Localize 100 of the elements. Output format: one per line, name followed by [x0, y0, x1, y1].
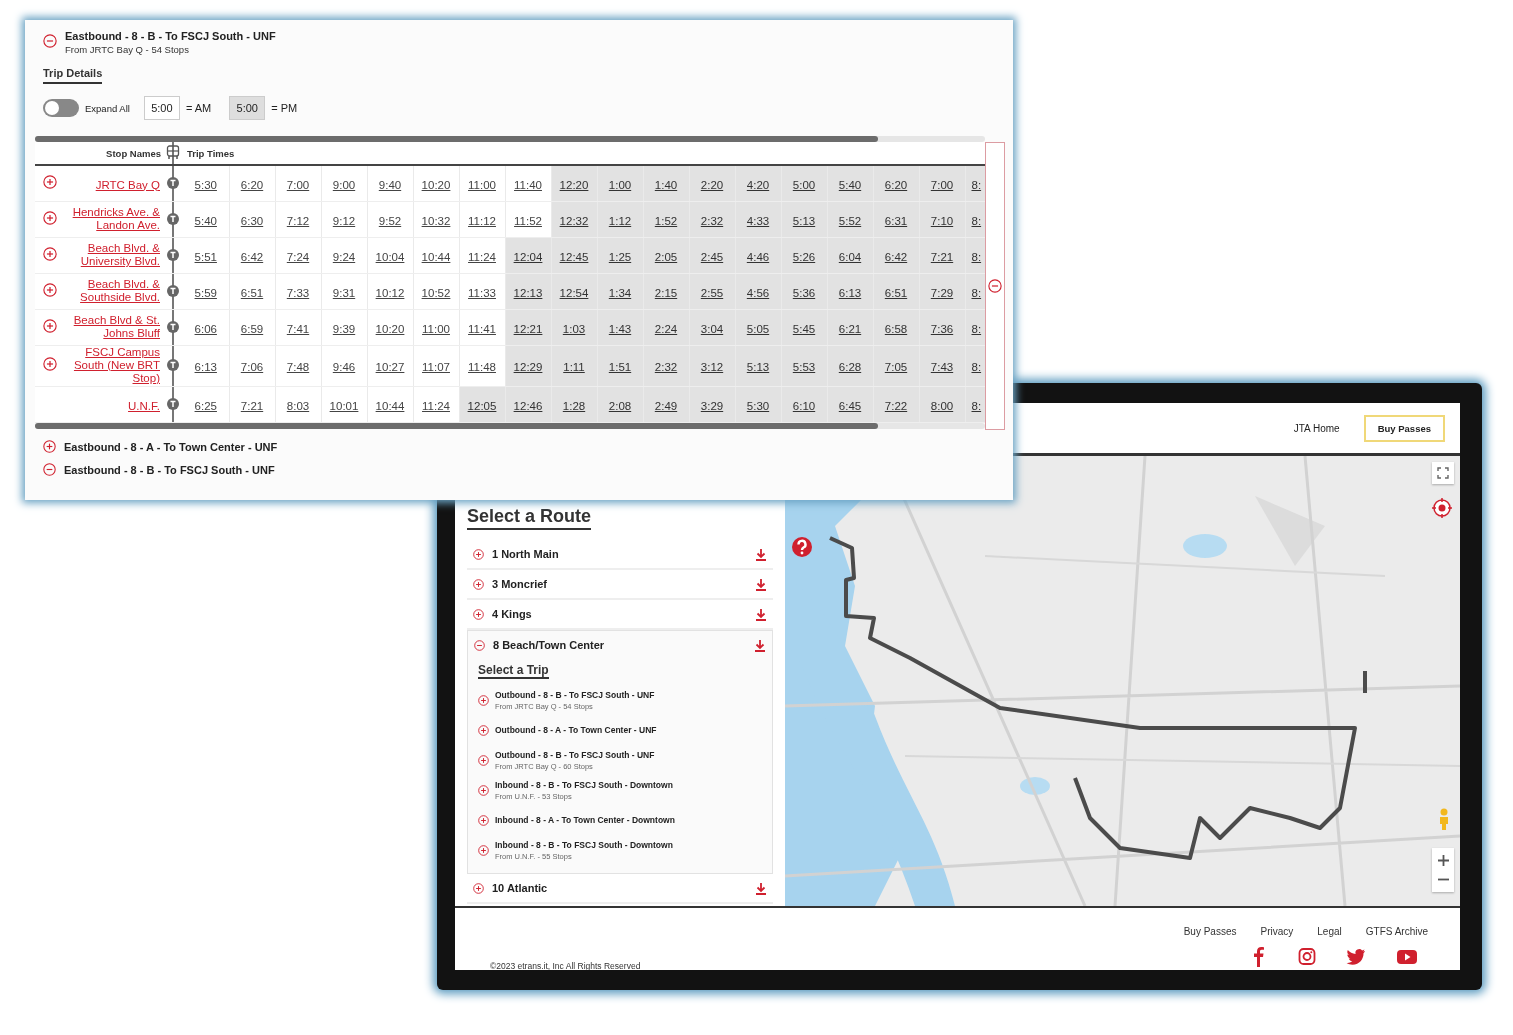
trip-time-link[interactable]: 6:42	[240, 250, 264, 263]
trip-time-link[interactable]: 7:10	[930, 214, 954, 227]
trip-time-link[interactable]: 6:45	[838, 399, 862, 412]
trip-time-link[interactable]: 3:04	[700, 322, 724, 335]
plus-circle-icon[interactable]	[473, 882, 484, 894]
plus-circle-icon[interactable]	[43, 282, 57, 297]
trip-time-link[interactable]: 5:13	[746, 361, 770, 373]
trip-time-link[interactable]: 4:56	[746, 286, 770, 299]
trip-title[interactable]: Inbound - 8 - B - To FSCJ South - Downtown	[495, 839, 673, 850]
instagram-icon[interactable]	[1298, 947, 1316, 967]
plus-circle-icon[interactable]	[473, 548, 484, 560]
download-icon[interactable]	[755, 881, 767, 895]
trip-time-link[interactable]: 6:28	[838, 361, 862, 373]
route-item[interactable]: 10 Atlantic	[467, 874, 773, 904]
location-target-icon[interactable]	[1432, 498, 1452, 518]
trip-time-link[interactable]: 1:51	[608, 361, 632, 373]
stop-link[interactable]: Beach Blvd & St. Johns Bluff	[65, 314, 160, 340]
nav-link[interactable]: JTA Home	[1293, 422, 1340, 434]
trip-time-link[interactable]: 6:04	[838, 250, 862, 263]
route-name[interactable]: 1 North Main	[492, 548, 747, 560]
trip-time-link[interactable]: 6:51	[884, 286, 908, 299]
trip-time-link[interactable]: 7:24	[286, 250, 310, 263]
trip-title[interactable]: Eastbound - 8 - B - To FSCJ South - UNF	[64, 463, 275, 476]
stop-link[interactable]: Beach Blvd. & Southside Blvd.	[65, 278, 160, 304]
trip-title[interactable]: Inbound - 8 - A - To Town Center - Downtown	[495, 815, 675, 825]
plus-circle-icon[interactable]	[478, 694, 489, 706]
route-item[interactable]: 3 Moncrief	[467, 570, 773, 600]
trip-time-link[interactable]: 8:	[971, 361, 982, 373]
trip-time-link[interactable]: 7:48	[286, 361, 310, 373]
trip-time-link[interactable]: 1:28	[562, 399, 586, 412]
trip-time-link[interactable]: 6:10	[792, 399, 816, 412]
trip-time-link[interactable]: 7:21	[930, 250, 954, 263]
trip-time-link[interactable]: 5:30	[746, 399, 770, 412]
trip-time-link[interactable]: 2:45	[700, 250, 724, 263]
minus-circle-icon[interactable]	[43, 463, 56, 476]
fullscreen-button[interactable]	[1432, 462, 1454, 484]
route-name[interactable]: 4 Kings	[492, 608, 747, 620]
trip-time-link[interactable]: 7:05	[884, 361, 908, 373]
trip-time-link[interactable]: 4:20	[746, 178, 770, 191]
trip-time-link[interactable]: 1:40	[654, 178, 678, 191]
trip-time-link[interactable]: 6:30	[240, 214, 264, 227]
plus-circle-icon[interactable]	[473, 578, 484, 590]
trip-time-link[interactable]: 5:30	[194, 178, 217, 191]
stop-link[interactable]: JRTC Bay Q	[95, 178, 160, 192]
plus-circle-icon[interactable]	[478, 784, 489, 796]
trip-time-link[interactable]: 6:13	[194, 361, 217, 373]
trip-time-link[interactable]: 6:25	[194, 399, 217, 412]
trip-title[interactable]: Eastbound - 8 - A - To Town Center - UNF	[64, 440, 278, 453]
trip-time-link[interactable]: 5:40	[194, 214, 217, 227]
trip-time-link[interactable]: 7:43	[930, 361, 954, 373]
trip-time-link[interactable]: 6:06	[194, 322, 217, 335]
trip-time-link[interactable]: 2:49	[654, 399, 678, 412]
trip-time-link[interactable]: 8:	[971, 250, 982, 263]
trip-title[interactable]: Inbound - 8 - B - To FSCJ South - Downtown	[495, 779, 673, 790]
trip-time-link[interactable]: 8:03	[286, 399, 310, 412]
trip-time-link[interactable]: 5:00	[792, 178, 816, 191]
stop-link[interactable]: U.N.F.	[128, 399, 160, 413]
plus-circle-icon[interactable]	[43, 246, 57, 261]
route-name[interactable]: 10 Atlantic	[492, 882, 747, 894]
stop-link[interactable]: Hendricks Ave. & Landon Ave.	[65, 206, 160, 232]
trip-time-link[interactable]: 6:51	[240, 286, 264, 299]
trip-time-link[interactable]: 6:21	[838, 322, 862, 335]
trip-time-link[interactable]: 7:33	[286, 286, 310, 299]
footer-link[interactable]: Privacy	[1260, 926, 1294, 937]
trip-time-link[interactable]: 7:29	[930, 286, 954, 299]
trip-time-link[interactable]: 1:11	[563, 361, 585, 373]
trip-time-link[interactable]: 7:21	[240, 399, 264, 412]
trip-time-link[interactable]: 9:24	[332, 250, 356, 263]
trip-time-link[interactable]: 9:40	[378, 178, 402, 191]
trip-time-link[interactable]: 2:32	[700, 214, 724, 227]
video-play-icon[interactable]	[1396, 947, 1418, 967]
plus-circle-icon[interactable]	[43, 318, 57, 333]
trip-time-link[interactable]: 10:27	[375, 361, 405, 373]
trip-time-link[interactable]: 12:29	[513, 361, 543, 373]
trip-time-link[interactable]: 9:31	[332, 286, 356, 299]
trip-time-link[interactable]: 5:51	[194, 250, 217, 263]
trip-time-link[interactable]: 1:52	[654, 214, 678, 227]
help-marker-icon[interactable]	[791, 536, 813, 558]
trip-time-link[interactable]: 6:13	[838, 286, 862, 299]
trip-time-link[interactable]: 9:46	[332, 361, 356, 373]
plus-circle-icon[interactable]	[43, 357, 57, 371]
route-name[interactable]: 3 Moncrief	[492, 578, 747, 590]
plus-circle-icon[interactable]	[43, 174, 57, 189]
trip-time-link[interactable]: 5:13	[792, 214, 816, 227]
stop-link[interactable]: FSCJ Campus South (New BRT Stop)	[65, 346, 160, 385]
trip-time-link[interactable]: 7:00	[930, 178, 954, 191]
trip-title[interactable]: Outbound - 8 - B - To FSCJ South - UNF	[495, 689, 655, 700]
horizontal-scrollbar[interactable]	[35, 423, 985, 429]
trip-time-link[interactable]: 4:33	[746, 214, 770, 227]
route-item[interactable]	[467, 630, 773, 874]
trip-time-link[interactable]: 5:05	[746, 322, 770, 335]
trip-time-link[interactable]: 7:36	[930, 322, 954, 335]
route-name[interactable]: 8 Beach/Town Center	[493, 639, 746, 651]
plus-circle-icon[interactable]	[43, 210, 57, 225]
bird-icon[interactable]	[1346, 947, 1366, 967]
trip-time-link[interactable]: 2:08	[608, 399, 632, 412]
download-icon[interactable]	[755, 607, 767, 621]
minus-circle-icon[interactable]	[988, 279, 1002, 293]
trip-time-link[interactable]: 1:25	[608, 250, 632, 263]
minus-circle-icon[interactable]	[474, 639, 485, 651]
